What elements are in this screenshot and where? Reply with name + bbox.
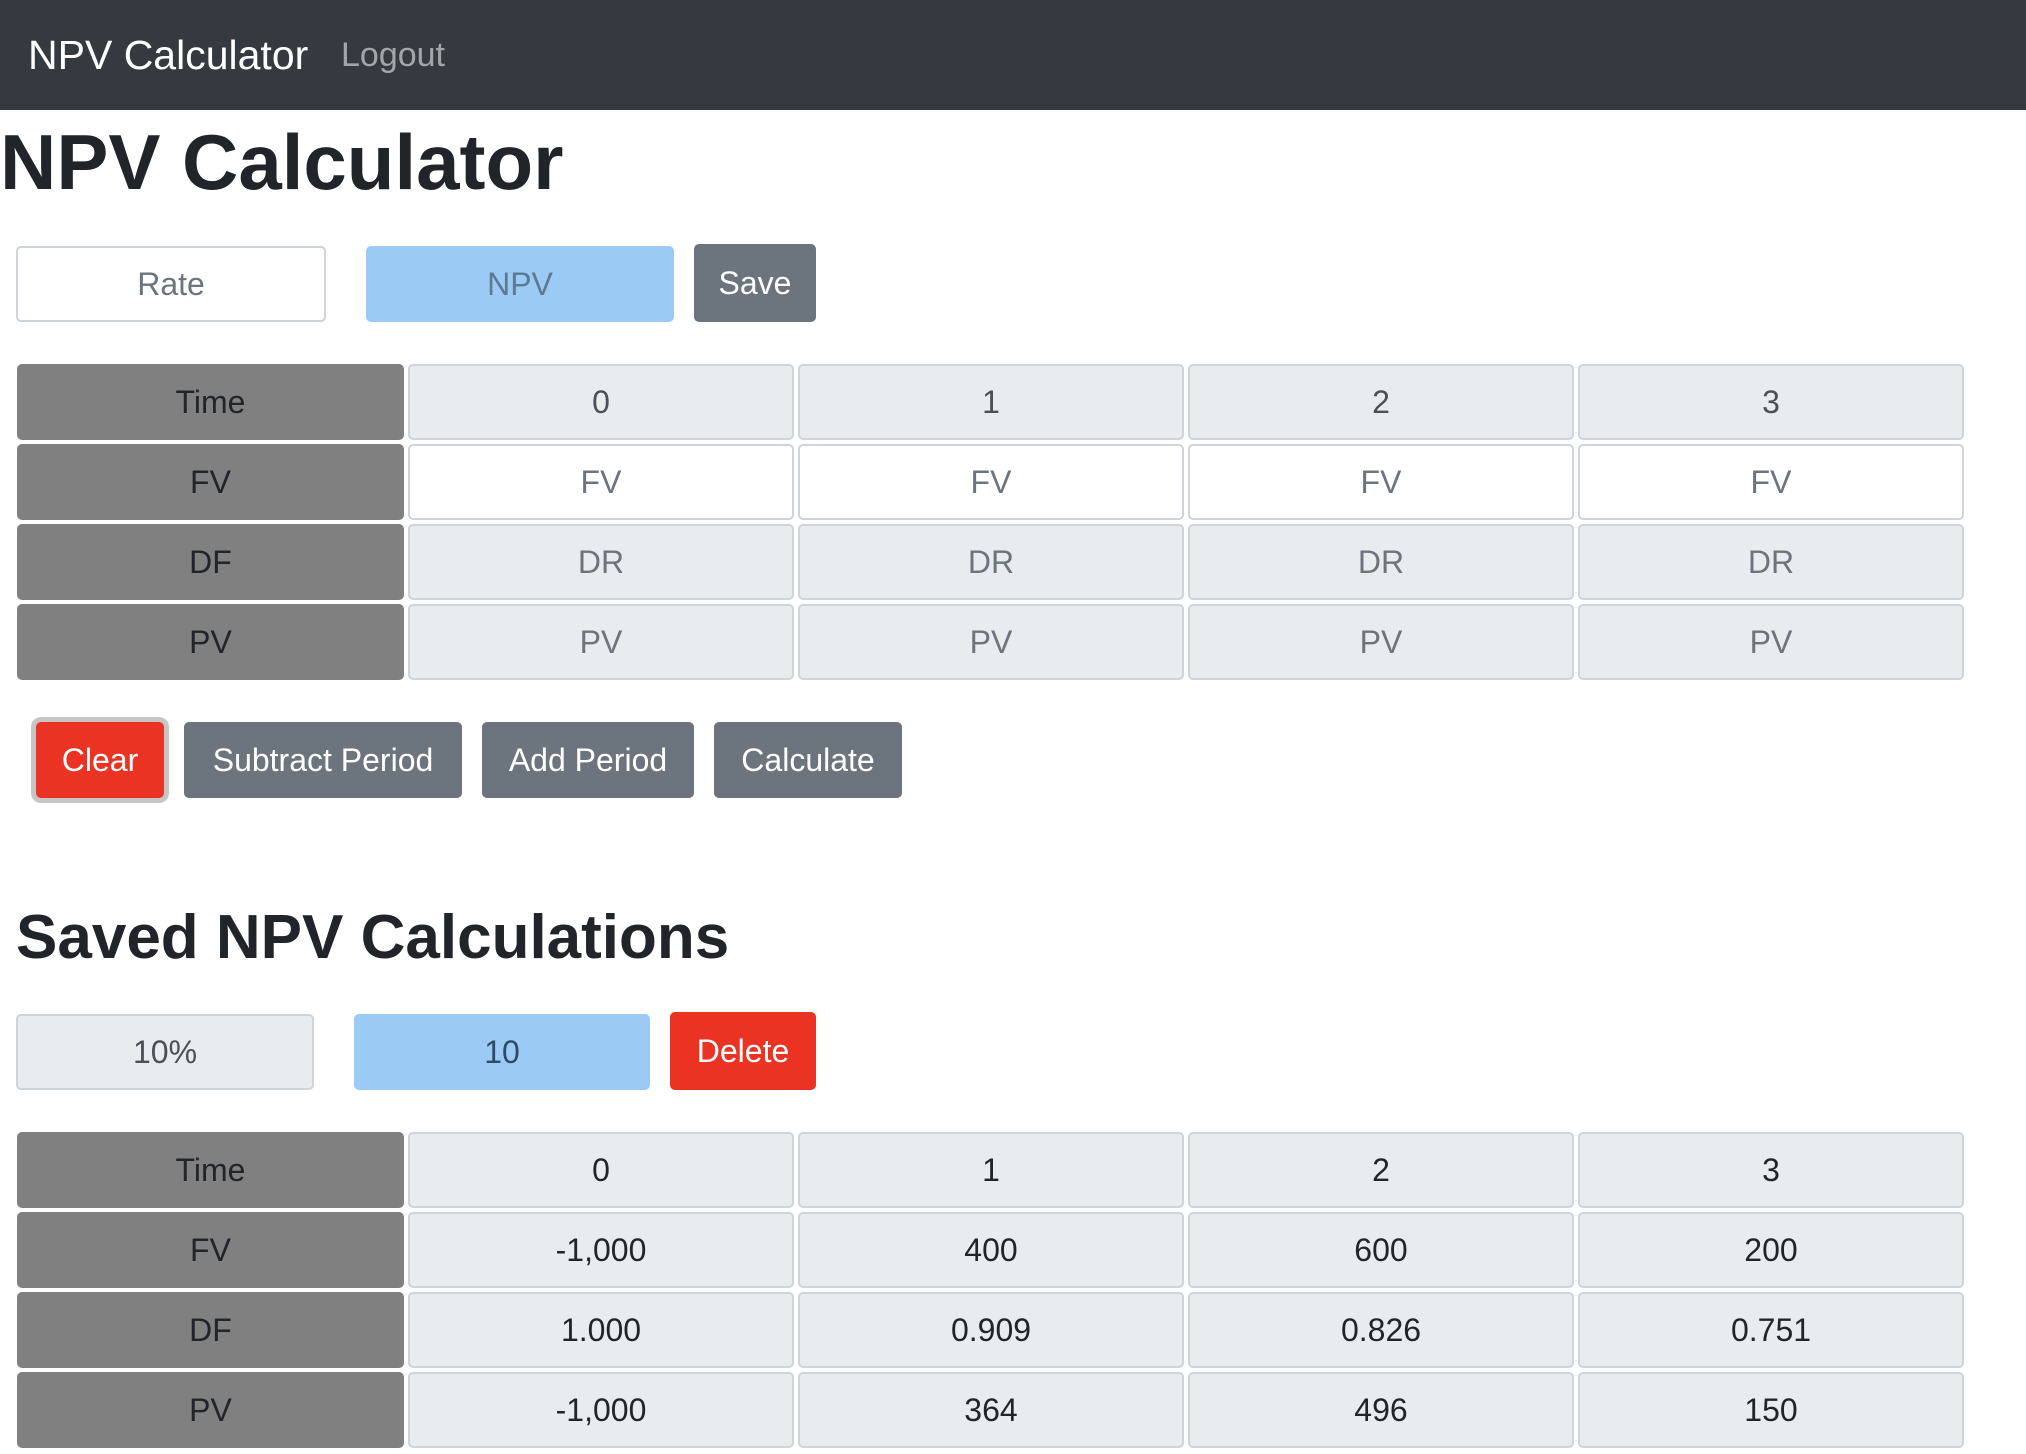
- period-cell: 0: [408, 364, 794, 440]
- period-cell: 1: [798, 1132, 1184, 1208]
- row-header-time: Time: [17, 1132, 404, 1208]
- calculate-button[interactable]: Calculate: [714, 722, 902, 798]
- fv-value: 600: [1188, 1212, 1574, 1288]
- df-value: 0.826: [1188, 1292, 1574, 1368]
- npv-output: [366, 246, 674, 322]
- period-cell: 2: [1188, 364, 1574, 440]
- pv-output: [1578, 604, 1964, 680]
- row-header-fv: FV: [17, 444, 404, 520]
- fv-value: 400: [798, 1212, 1184, 1288]
- row-header-pv: PV: [17, 1372, 404, 1448]
- period-cell: 1: [798, 364, 1184, 440]
- period-cell: 3: [1578, 364, 1964, 440]
- df-output: [1188, 524, 1574, 600]
- page-title: NPV Calculator: [0, 118, 564, 206]
- pv-output: [798, 604, 1184, 680]
- saved-npv: 10: [354, 1014, 650, 1090]
- pv-value: 364: [798, 1372, 1184, 1448]
- row-header-fv: FV: [17, 1212, 404, 1288]
- df-value: 1.000: [408, 1292, 794, 1368]
- df-value: 0.751: [1578, 1292, 1964, 1368]
- logout-link[interactable]: Logout: [341, 34, 445, 76]
- pv-output: [1188, 604, 1574, 680]
- period-cell: 2: [1188, 1132, 1574, 1208]
- df-value: 0.909: [798, 1292, 1184, 1368]
- fv-input[interactable]: [798, 444, 1184, 520]
- period-cell: 3: [1578, 1132, 1964, 1208]
- fv-input[interactable]: [408, 444, 794, 520]
- row-header-df: DF: [17, 524, 404, 600]
- fv-value: -1,000: [408, 1212, 794, 1288]
- saved-rate: 10%: [16, 1014, 314, 1090]
- df-output: [408, 524, 794, 600]
- pv-value: -1,000: [408, 1372, 794, 1448]
- fv-input[interactable]: [1578, 444, 1964, 520]
- df-output: [1578, 524, 1964, 600]
- save-button[interactable]: Save: [694, 244, 816, 322]
- saved-calculations-title: Saved NPV Calculations: [16, 903, 730, 972]
- df-output: [798, 524, 1184, 600]
- rate-input[interactable]: [16, 246, 326, 322]
- navbar-brand[interactable]: NPV Calculator: [28, 30, 308, 80]
- subtract-period-button[interactable]: Subtract Period: [184, 722, 462, 798]
- row-header-df: DF: [17, 1292, 404, 1368]
- saved-table: Time 0 1 2 3 FV -1,000 400 600 200 DF 1.…: [17, 1132, 1964, 1448]
- row-header-pv: PV: [17, 604, 404, 680]
- fv-input[interactable]: [1188, 444, 1574, 520]
- fv-value: 200: [1578, 1212, 1964, 1288]
- delete-button[interactable]: Delete: [670, 1012, 816, 1090]
- add-period-button[interactable]: Add Period: [482, 722, 694, 798]
- pv-value: 496: [1188, 1372, 1574, 1448]
- navbar: NPV Calculator Logout: [0, 0, 2026, 110]
- pv-output: [408, 604, 794, 680]
- clear-button[interactable]: Clear: [36, 722, 164, 798]
- pv-value: 150: [1578, 1372, 1964, 1448]
- calculator-table: Time 0 1 2 3 FV DF PV: [17, 364, 1964, 680]
- period-cell: 0: [408, 1132, 794, 1208]
- row-header-time: Time: [17, 364, 404, 440]
